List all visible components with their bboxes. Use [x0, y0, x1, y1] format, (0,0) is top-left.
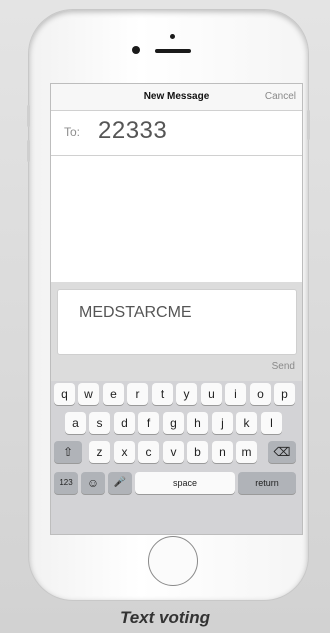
volume-down-button: [27, 140, 30, 162]
nav-bar: New Message Cancel: [51, 84, 302, 111]
key-g[interactable]: g: [163, 412, 184, 434]
send-button[interactable]: Send: [272, 361, 295, 372]
volume-up-button: [27, 105, 30, 127]
key-d[interactable]: d: [114, 412, 135, 434]
key-b[interactable]: b: [187, 441, 208, 463]
caption: Text voting: [119, 608, 211, 627]
key-h[interactable]: h: [187, 412, 208, 434]
message-input[interactable]: MEDSTARCME: [57, 289, 297, 355]
message-text: MEDSTARCME: [79, 304, 192, 321]
to-label: To:: [64, 125, 81, 139]
key-j[interactable]: j: [212, 412, 233, 434]
key-z[interactable]: z: [89, 441, 110, 463]
key-t[interactable]: t: [152, 383, 173, 405]
key-y[interactable]: y: [176, 383, 197, 405]
key-x[interactable]: x: [114, 441, 135, 463]
key-c[interactable]: c: [138, 441, 159, 463]
key-e[interactable]: e: [103, 383, 124, 405]
key-r[interactable]: r: [127, 383, 148, 405]
key-i[interactable]: i: [225, 383, 246, 405]
key-u[interactable]: u: [201, 383, 222, 405]
emoji-key[interactable]: ☺: [81, 472, 105, 494]
backspace-key[interactable]: ⌫: [268, 441, 296, 463]
recipient-field[interactable]: 22333: [98, 117, 167, 145]
key-a[interactable]: a: [65, 412, 86, 434]
key-l[interactable]: l: [261, 412, 282, 434]
phone-screen: New Message Cancel To: 22333 MEDSTARCME …: [50, 83, 303, 535]
compose-area: MEDSTARCME Send q w e r t y u i o p a s …: [51, 282, 302, 534]
key-o[interactable]: o: [250, 383, 271, 405]
key-n[interactable]: n: [212, 441, 233, 463]
cancel-button[interactable]: Cancel: [265, 91, 296, 102]
key-q[interactable]: q: [54, 383, 75, 405]
key-v[interactable]: v: [163, 441, 184, 463]
return-key[interactable]: return: [238, 472, 296, 494]
key-p[interactable]: p: [274, 383, 295, 405]
key-f[interactable]: f: [138, 412, 159, 434]
microphone-key[interactable]: 🎤: [108, 472, 132, 494]
key-m[interactable]: m: [236, 441, 257, 463]
key-w[interactable]: w: [78, 383, 99, 405]
keyboard: q w e r t y u i o p a s d f g h j k l ⇧ …: [51, 381, 302, 534]
shift-key[interactable]: ⇧: [54, 441, 82, 463]
sensor-dot: [170, 34, 175, 39]
home-button[interactable]: [148, 536, 198, 586]
key-k[interactable]: k: [236, 412, 257, 434]
numbers-key[interactable]: 123: [54, 472, 78, 494]
recipient-row[interactable]: To: 22333: [51, 111, 302, 156]
power-button: [307, 110, 310, 140]
space-key[interactable]: space: [135, 472, 235, 494]
key-s[interactable]: s: [89, 412, 110, 434]
earpiece-speaker: [155, 49, 191, 53]
front-camera: [132, 46, 140, 54]
